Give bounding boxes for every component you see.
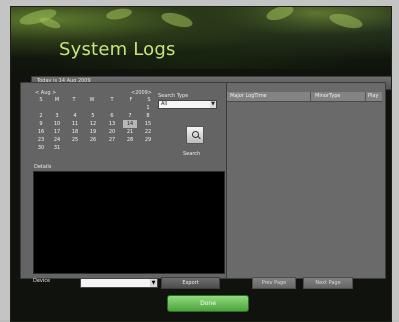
weekday-label: M	[54, 97, 60, 103]
calendar: < Aug > <2009> S M T W T F S 1 2 3 4 5 6	[33, 90, 156, 158]
device-select[interactable]: ▼	[80, 278, 158, 288]
calendar-day[interactable]: 7	[123, 112, 137, 120]
column-header: MinorType	[315, 93, 341, 99]
column-header: Play	[368, 93, 379, 99]
log-results-panel	[226, 82, 386, 279]
calendar-day[interactable]: 27	[105, 136, 119, 144]
details-panel	[33, 171, 225, 274]
column-header: Major LogTime	[230, 93, 267, 99]
calendar-day[interactable]: 4	[68, 112, 82, 120]
calendar-day[interactable]: 24	[50, 136, 64, 144]
header-banner: System Logs	[11, 7, 391, 69]
calendar-day[interactable]	[50, 104, 64, 112]
calendar-day[interactable]: 16	[34, 128, 48, 136]
calendar-day[interactable]	[68, 104, 82, 112]
calendar-day[interactable]	[123, 144, 137, 152]
calendar-day[interactable]: 5	[86, 112, 100, 120]
weekday-label: W	[89, 97, 95, 103]
dropdown-arrow-icon: ▼	[210, 101, 216, 108]
calendar-day[interactable]: 19	[86, 128, 100, 136]
weekday-row: S M T W T F S	[33, 97, 156, 104]
calendar-day[interactable]: 17	[50, 128, 64, 136]
done-button[interactable]: Done	[167, 295, 249, 312]
search-label: Search	[183, 151, 201, 157]
calendar-day[interactable]: 18	[68, 128, 82, 136]
calendar-day[interactable]: 22	[141, 128, 155, 136]
calendar-day[interactable]: 29	[141, 136, 155, 144]
calendar-day[interactable]	[123, 104, 137, 112]
calendar-day-selected[interactable]: 14	[123, 120, 137, 128]
weekday-label: T	[110, 97, 114, 103]
calendar-day[interactable]: 3	[50, 112, 64, 120]
calendar-day[interactable]	[86, 144, 100, 152]
calendar-day[interactable]: 6	[105, 112, 119, 120]
weekday-label: T	[72, 97, 76, 103]
weekday-label: F	[129, 97, 133, 103]
calendar-day[interactable]: 30	[34, 144, 48, 152]
calendar-day[interactable]: 1	[141, 104, 155, 112]
calendar-day[interactable]	[86, 104, 100, 112]
page-title: System Logs	[59, 39, 176, 60]
next-page-button[interactable]: Next Page	[303, 277, 353, 289]
calendar-day[interactable]	[105, 144, 119, 152]
calendar-day[interactable]: 8	[141, 112, 155, 120]
calendar-day[interactable]: 2	[34, 112, 48, 120]
calendar-day[interactable]: 9	[34, 120, 48, 128]
export-button[interactable]: Export	[161, 277, 220, 289]
weekday-label: S	[39, 97, 43, 103]
month-selector[interactable]: < Aug >	[35, 90, 56, 96]
search-type-select[interactable]: All ▼	[158, 100, 217, 109]
device-label: Device	[33, 278, 51, 284]
details-label: Details	[34, 164, 52, 170]
calendar-day[interactable]	[105, 104, 119, 112]
weekday-label: S	[147, 97, 151, 103]
system-logs-screen: System Logs Today is 14 Aug 2009 < Aug >…	[0, 0, 399, 322]
calendar-day[interactable]: 23	[34, 136, 48, 144]
search-type-label: Search Type	[158, 93, 189, 99]
search-type-value: All	[161, 101, 168, 107]
leaf-decoration	[264, 7, 296, 24]
leaf-decoration	[105, 7, 133, 22]
search-button[interactable]	[186, 126, 204, 144]
calendar-day[interactable]: 28	[123, 136, 137, 144]
calendar-day[interactable]: 20	[105, 128, 119, 136]
calendar-day[interactable]: 31	[50, 144, 64, 152]
year-selector[interactable]: <2009>	[131, 90, 152, 96]
calendar-day[interactable]: 26	[86, 136, 100, 144]
column-divider	[365, 92, 366, 101]
calendar-day[interactable]: 21	[123, 128, 137, 136]
calendar-day[interactable]	[68, 144, 82, 152]
calendar-day[interactable]: 11	[68, 120, 82, 128]
leaf-decoration	[328, 11, 364, 31]
calendar-day[interactable]	[34, 104, 48, 112]
column-divider	[310, 92, 311, 101]
dropdown-arrow-icon: ▼	[150, 279, 157, 287]
calendar-day[interactable]: 13	[105, 120, 119, 128]
calendar-day[interactable]: 10	[50, 120, 64, 128]
log-table-header: Major LogTime MinorType Play	[227, 92, 382, 102]
prev-page-button[interactable]: Prev Page	[252, 277, 296, 289]
calendar-day[interactable]	[141, 144, 155, 152]
calendar-day[interactable]: 15	[141, 120, 155, 128]
calendar-day[interactable]: 12	[86, 120, 100, 128]
calendar-grid: 1 2 3 4 5 6 7 8 9 10 11 12 13 14 15 16 1…	[33, 104, 156, 152]
calendar-day[interactable]: 25	[68, 136, 82, 144]
leaf-decoration	[159, 10, 195, 30]
